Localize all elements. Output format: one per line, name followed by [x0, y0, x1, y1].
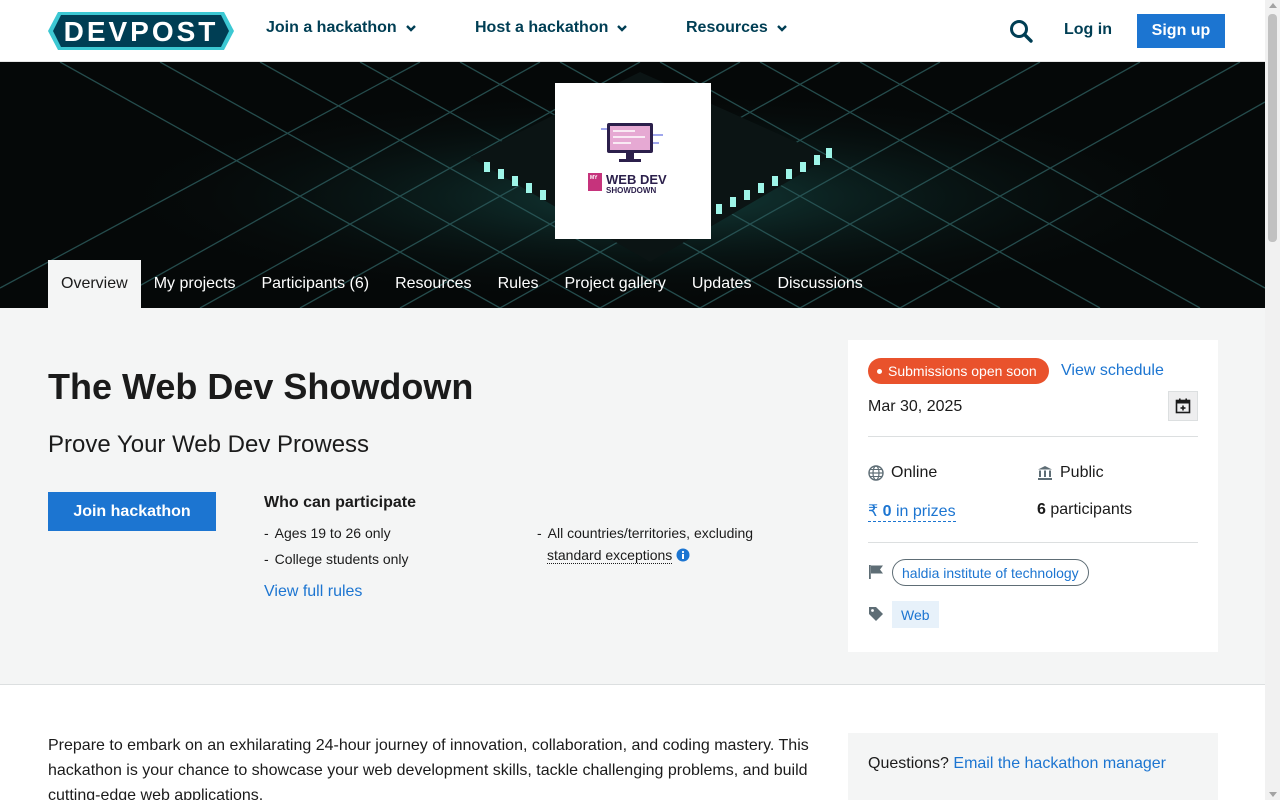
email-manager-link[interactable]: Email the hackathon manager [953, 755, 1166, 772]
event-logo-line1: WEB DEV [606, 172, 667, 187]
location-meta: Online [868, 464, 937, 482]
info-icon[interactable] [676, 548, 690, 562]
signup-button[interactable]: Sign up [1137, 14, 1225, 48]
tab-overview[interactable]: Overview [48, 260, 141, 308]
tag-icon [869, 607, 883, 621]
nav-host-label: Host a hackathon [475, 19, 609, 36]
theme-tag[interactable]: Web [892, 601, 939, 628]
hackathon-description: Prepare to embark on an exhilarating 24-… [48, 737, 809, 800]
login-link[interactable]: Log in [1064, 21, 1112, 39]
participants-number: 6 [1037, 501, 1046, 518]
tab-rules[interactable]: Rules [485, 260, 552, 308]
nav-join-label: Join a hackathon [266, 19, 397, 36]
tab-participants[interactable]: Participants (6) [248, 260, 382, 308]
questions-box: Questions? Email the hackathon manager [848, 733, 1218, 800]
hackathon-title: The Web Dev Showdown [48, 366, 474, 407]
host-tag[interactable]: haldia institute of technology [892, 559, 1089, 586]
event-logo: MY WEB DEV SHOWDOWN [555, 83, 711, 239]
prizes-link[interactable]: ₹ 0 in prizes [868, 501, 956, 522]
participants-count: 6 participants [1037, 501, 1132, 519]
event-logo-line2: SHOWDOWN [606, 186, 656, 195]
eligibility-item: - Ages 19 to 26 only [264, 525, 391, 541]
prizes-currency: ₹ [868, 503, 879, 520]
view-schedule-link[interactable]: View schedule [1061, 362, 1164, 380]
challenge-section: The Web Dev Showdown Prove Your Web Dev … [0, 308, 1265, 685]
deadline-date: Mar 30, 2025 [868, 398, 963, 415]
eligibility-item: - All countries/territories, excluding [537, 525, 754, 541]
scroll-down-arrow-icon[interactable] [1269, 792, 1277, 797]
card-divider [868, 542, 1198, 543]
standard-exceptions-link[interactable]: standard exceptions [547, 547, 673, 564]
chevron-down-icon [617, 25, 628, 32]
prizes-amount: 0 [882, 503, 892, 520]
tab-updates[interactable]: Updates [679, 260, 765, 308]
hackathon-tabs: Overview My projects Participants (6) Re… [48, 260, 876, 308]
participants-label: participants [1050, 501, 1133, 518]
flag-icon [869, 565, 883, 579]
search-icon[interactable] [1008, 18, 1034, 44]
scroll-up-arrow-icon[interactable] [1269, 3, 1277, 8]
tab-resources[interactable]: Resources [382, 260, 484, 308]
globe-icon [868, 465, 884, 481]
hackathon-tagline: Prove Your Web Dev Prowess [48, 431, 370, 458]
tab-discussions[interactable]: Discussions [764, 260, 875, 308]
hackathon-info-card: Submissions open soon View schedule Mar … [848, 340, 1218, 652]
nav-resources[interactable]: Resources [686, 19, 788, 37]
questions-prefix: Questions? [868, 755, 949, 772]
scrollbar-thumb[interactable] [1268, 14, 1277, 242]
nav-join-hackathon[interactable]: Join a hackathon [266, 19, 417, 37]
calendar-plus-icon [1175, 398, 1191, 414]
visibility-label: Public [1060, 464, 1104, 481]
nav-resources-label: Resources [686, 19, 768, 36]
status-badge: Submissions open soon [868, 358, 1049, 384]
site-header: DEVPOST Join a hackathon Host a hackatho… [0, 0, 1265, 62]
tab-my-projects[interactable]: My projects [141, 260, 249, 308]
chevron-down-icon [776, 25, 787, 32]
visibility-meta: Public [1037, 464, 1104, 482]
tab-project-gallery[interactable]: Project gallery [551, 260, 678, 308]
view-full-rules-link[interactable]: View full rules [264, 583, 362, 601]
devpost-logo[interactable]: DEVPOST [48, 12, 234, 50]
page-scrollbar[interactable] [1265, 0, 1280, 800]
eligibility-heading: Who can participate [264, 494, 417, 511]
chevron-down-icon [405, 25, 416, 32]
add-to-calendar-button[interactable] [1168, 391, 1198, 421]
event-logo-badge: MY [590, 175, 598, 181]
join-hackathon-button[interactable]: Join hackathon [48, 492, 216, 531]
logo-text: DEVPOST [64, 16, 219, 47]
prizes-label: in prizes [896, 503, 956, 520]
eligibility-item: - College students only [264, 551, 409, 567]
location-label: Online [891, 464, 938, 481]
status-label: Submissions open soon [888, 363, 1037, 379]
card-divider [868, 436, 1198, 437]
institution-icon [1038, 466, 1052, 480]
nav-host-hackathon[interactable]: Host a hackathon [475, 19, 628, 37]
status-dot [877, 368, 882, 374]
hackathon-banner: MY WEB DEV SHOWDOWN Overview My projects… [0, 62, 1265, 308]
